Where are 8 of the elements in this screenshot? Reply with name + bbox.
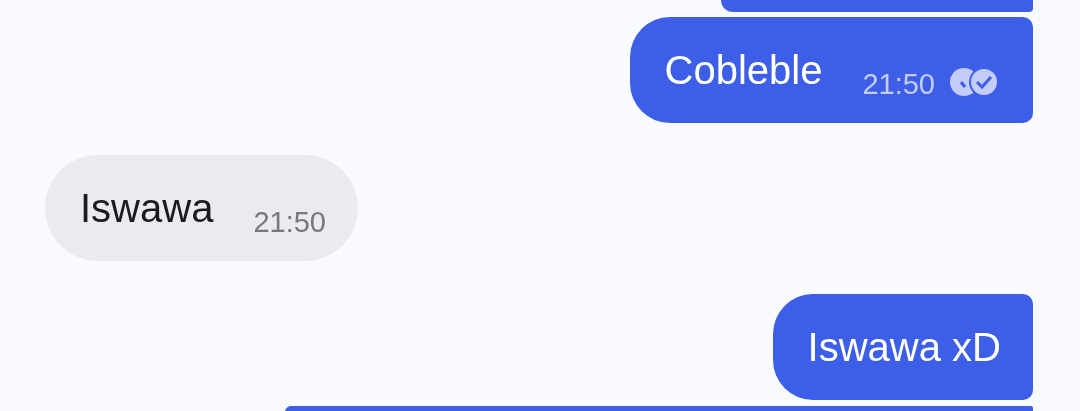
- message-text: Iswawa: [80, 185, 214, 232]
- message-text: Iswawa xD: [807, 324, 1001, 371]
- message-bubble[interactable]: Iswawa 21:50: [45, 155, 358, 261]
- message-time: 21:50: [862, 68, 935, 101]
- message-time: 21:50: [253, 206, 326, 239]
- message-bubble[interactable]: Cobleble 21:50: [629, 17, 1033, 123]
- message-bubble[interactable]: Iswawa xD: [772, 294, 1033, 400]
- message-text: Cobleble: [664, 47, 823, 94]
